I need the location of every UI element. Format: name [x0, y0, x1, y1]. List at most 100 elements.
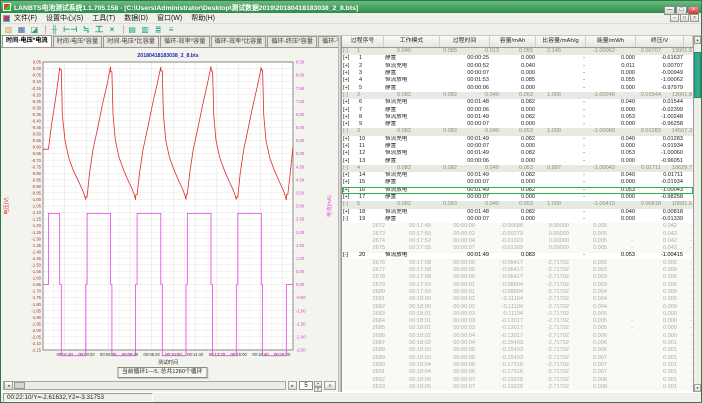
step-row[interactable]: [+]10恒流充电00:01:490.082-0.0400.01283	[342, 136, 693, 143]
cycle-row[interactable]: [-]40.0820.0820.0400.0530.997-1.000430.0…	[342, 165, 693, 172]
tab-4[interactable]: 循环-效率*比容量	[211, 36, 267, 47]
record-row[interactable]: 268800:18:0300:00:05-0.15403-2.717920.00…	[342, 347, 693, 354]
scroll-up-icon[interactable]: ▲	[694, 36, 701, 44]
record-row[interactable]: 269300:18:0500:00:07-0.19229-2.717920.00…	[342, 384, 693, 391]
tab-1[interactable]: 时间-电压*容量	[53, 36, 103, 47]
record-row[interactable]: 268400:18:0100:00:03-0.13017-2.717920.00…	[342, 318, 693, 325]
menu-item-2[interactable]: 工具(T)	[92, 13, 115, 23]
step-row[interactable]: [+]5静置00:00:060.000-0.000-0.97979	[342, 84, 693, 91]
compare-view-icon[interactable]: ≒	[81, 24, 92, 35]
chart-h-scrollbar[interactable]: ◂	[3, 381, 286, 390]
next-page-button[interactable]: »	[324, 381, 336, 390]
menu-item-3[interactable]: 数据(D)	[124, 13, 148, 23]
tab-3[interactable]: 循环-效率*容量	[160, 36, 210, 47]
step-row[interactable]: [+]7静置00:00:060.000-0.000-0.02399	[342, 106, 693, 113]
svg-text:-1.90: -1.90	[31, 315, 41, 320]
record-row[interactable]: 268300:18:0100:00:03-0.11104-2.717920.00…	[342, 311, 693, 318]
svg-text:00:16:40: 00:16:40	[252, 352, 269, 357]
cycle-row[interactable]: [-]30.0820.0820.0400.0531.000-1.000600.0…	[342, 128, 693, 135]
cycle-row[interactable]: [-]50.0820.0830.0400.0531.000-1.004150.0…	[342, 201, 693, 208]
step-row[interactable]: [+]17静置00:00:070.000-0.000-0.98258	[342, 194, 693, 201]
open-file-icon[interactable]: ▨	[3, 24, 14, 35]
record-row[interactable]: 268100:18:0000:00:02-0.11104-2.717920.00…	[342, 296, 693, 303]
svg-text:00:18:20: 00:18:20	[274, 352, 291, 357]
svg-text:-0.80: -0.80	[31, 171, 41, 176]
tab-0[interactable]: 时间-电压*电流	[2, 35, 52, 47]
step-row[interactable]: [+]8恒流放电00:01:490.082-0.053-1.00248	[342, 114, 693, 121]
save-file-icon[interactable]: ▦	[16, 24, 27, 35]
table-v-scrollbar[interactable]: ▲ ▼	[693, 36, 701, 392]
record-row[interactable]: 267900:17:5900:00:01-0.08804-2.717920.00…	[342, 282, 693, 289]
record-row[interactable]: 267500:17:5500:00:07-0.013090.000000.005…	[342, 245, 693, 252]
cycle-page-input[interactable]: 5	[299, 381, 313, 390]
record-row[interactable]: 268600:18:0200:00:04-0.13017-2.717920.00…	[342, 333, 693, 340]
cycle-row[interactable]: [-]20.0820.0820.0400.0531.006-1.002480.0…	[342, 92, 693, 99]
step-row[interactable]: [+]4恒流放电00:01:530.085-0.055-1.00062	[342, 77, 693, 84]
menu-item-5[interactable]: 帮助(H)	[191, 13, 215, 23]
svg-text:7.50: 7.50	[296, 86, 305, 91]
svg-text:-0.85: -0.85	[31, 177, 41, 182]
record-row[interactable]: 268200:18:0000:00:02-0.11104-2.717920.00…	[342, 303, 693, 310]
record-row[interactable]: 267800:17:5800:00:00-0.06417-2.717920.00…	[342, 274, 693, 281]
menu-item-4[interactable]: 窗口(W)	[157, 13, 182, 23]
data-report-view-icon[interactable]: ▥	[140, 24, 151, 35]
step-row[interactable]: [+]13静置00:00:060.000-0.000-0.96051	[342, 157, 693, 164]
record-row[interactable]: 267600:17:5800:00:00-0.06417-2.717920.00…	[342, 260, 693, 267]
step-row[interactable]: [+]9静置00:00:070.000-0.000-0.96258	[342, 121, 693, 128]
data-list-view-icon[interactable]: ≣	[153, 24, 164, 35]
menu-item-0[interactable]: 文件(F)	[14, 13, 37, 23]
record-row[interactable]: 267700:17:5800:00:00-0.06417-2.717920.00…	[342, 267, 693, 274]
v-scroll-thumb[interactable]	[694, 52, 701, 98]
record-row[interactable]: 267400:17:5200:00:04-0.010230.000000.005…	[342, 238, 693, 245]
scroll-left-icon[interactable]: ◂	[4, 381, 13, 390]
step-row[interactable]: [+]15静置00:00:070.000-0.000-0.01934	[342, 179, 693, 186]
step-row[interactable]: [+]18恒流充电00:01:480.082-0.0400.00818	[342, 209, 693, 216]
voltage-current-chart[interactable]: 20180418183038_2_8.bts0.050.00-0.05-0.10…	[1, 48, 338, 378]
tab-2[interactable]: 时间-电压*比容量	[103, 36, 159, 47]
step-row[interactable]: [-]19静置00:00:070.000-0.000-0.01339	[342, 216, 693, 223]
cycle-row[interactable]: [-]10.0400.0850.0130.0552.145-1.000620.0…	[342, 48, 693, 55]
spin-down-icon[interactable]: ▼	[314, 387, 322, 393]
step-row[interactable]: [+]6恒流充电00:01:480.082-0.0400.01544	[342, 99, 693, 106]
child-restore-button[interactable]: □	[680, 14, 689, 22]
step-row[interactable]: [+]1静置00:00:250.000-0.000-0.61637	[342, 55, 693, 62]
chart-tab-bar: 时间-电压*电流时间-电压*容量时间-电压*比容量循环-效率*容量循环-效率*比…	[1, 36, 338, 48]
export-data-icon[interactable]: ◪	[29, 24, 40, 35]
step-control-icon[interactable]: ⊢⊣	[62, 24, 79, 35]
stop-test-icon[interactable]: ×	[107, 24, 118, 35]
step-row[interactable]: [+]3静置00:00:070.000-0.000-0.00949	[342, 70, 693, 77]
svg-text:-1.30: -1.30	[31, 236, 41, 241]
tab-5[interactable]: 循环-终压*容量	[267, 36, 317, 47]
record-row[interactable]: 268900:18:0300:00:05-0.15403-2.717920.00…	[342, 354, 693, 361]
svg-text:-0.75: -0.75	[31, 164, 41, 169]
record-row[interactable]: 269000:18:0400:00:06-0.17316-2.717920.00…	[342, 362, 693, 369]
menu-item-1[interactable]: 设置中心(S)	[46, 13, 83, 23]
step-row[interactable]: [-]20恒流放电00:01:490.083-0.053-1.00415	[342, 252, 693, 259]
record-row[interactable]: 269200:18:0500:00:07-0.19229-2.717920.00…	[342, 376, 693, 383]
record-row[interactable]: 268700:18:0200:00:04-0.15403-2.717920.00…	[342, 340, 693, 347]
channel-monitor-icon[interactable]: ╫	[49, 24, 60, 35]
step-row[interactable]: [+]12恒流放电00:01:490.082-0.053-1.00060	[342, 150, 693, 157]
svg-text:00:10:00: 00:10:00	[165, 352, 182, 357]
step-row[interactable]: [+]2恒流充电00:00:520.040-0.0110.00707	[342, 63, 693, 70]
record-row[interactable]: 267300:17:5000:00:02-0.002790.000000.005…	[342, 230, 693, 237]
record-row[interactable]: 268000:17:5900:00:01-0.08804-2.717920.00…	[342, 289, 693, 296]
data-grid-view-icon[interactable]: ▤	[127, 24, 138, 35]
title-bar[interactable]: LANBTS电池测试系统1.1.705.158 - [C:\Users\Admi…	[1, 1, 701, 13]
step-row[interactable]: [+]14恒流充电00:01:490.082-0.0400.01711	[342, 172, 693, 179]
h-scroll-thumb[interactable]	[14, 382, 25, 389]
svg-text:-1.55: -1.55	[31, 269, 41, 274]
record-row[interactable]: 269100:18:0400:00:06-0.17316-2.717920.00…	[342, 369, 693, 376]
step-row[interactable]: [+]11静置00:00:070.000-0.000-0.01934	[342, 143, 693, 150]
svg-text:-1.10: -1.10	[31, 210, 41, 215]
data-summary-view-icon[interactable]: ≡	[166, 24, 177, 35]
child-minimize-button[interactable]: –	[670, 14, 679, 22]
record-row[interactable]: 268500:18:0100:00:03-0.13017-2.717920.00…	[342, 325, 693, 332]
tools-panel-icon[interactable]: 工	[94, 24, 105, 35]
scroll-down-icon[interactable]: ▼	[694, 384, 701, 392]
svg-text:-0.95: -0.95	[31, 191, 41, 196]
step-row[interactable]: [+]16恒流放电00:01:490.082-0.053-1.00043	[342, 187, 693, 194]
scroll-right-icon[interactable]: ▸	[288, 381, 297, 390]
child-close-button[interactable]: ×	[690, 14, 699, 22]
record-row[interactable]: 267200:17:4800:00:00-0.006880.000000.005…	[342, 223, 693, 230]
